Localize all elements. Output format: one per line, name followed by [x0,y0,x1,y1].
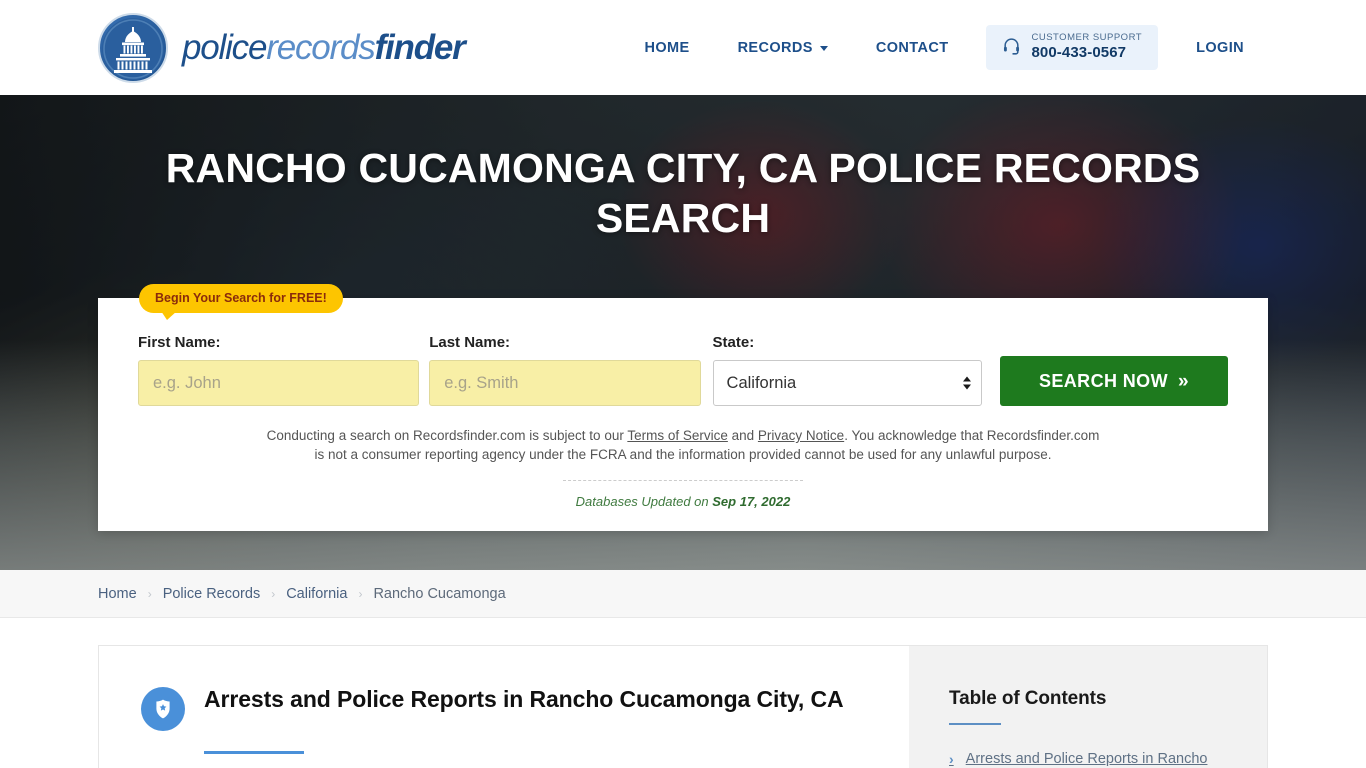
first-name-label: First Name: [138,334,221,352]
breadcrumb-item-police-records[interactable]: Police Records [163,586,261,602]
site-logo[interactable]: policerecordsfinder [98,12,466,83]
terms-of-service-link[interactable]: Terms of Service [627,428,728,443]
disclaimer-part-2: and [727,428,758,444]
state-select[interactable]: California [712,360,982,407]
first-name-input[interactable] [138,360,420,407]
site-header: policerecordsfinder HOME RECORDS CONTACT [0,0,1366,95]
last-name-field-group: Last Name: [429,334,701,407]
capitol-dome-icon [98,12,168,83]
chevron-right-icon: › [271,586,276,601]
nav-item-contact[interactable]: CONTACT [852,40,973,56]
logo-wordmark: policerecordsfinder [182,27,466,68]
last-name-input[interactable] [429,360,701,407]
page-title: RANCHO CUCAMONGA CITY, CA POLICE RECORDS… [165,145,1201,242]
search-now-button[interactable]: SEARCH NOW » [999,356,1228,407]
first-name-field-group: First Name: [138,334,420,407]
logo-text-records: records [266,27,376,67]
hero-banner: RANCHO CUCAMONGA CITY, CA POLICE RECORDS… [0,95,1366,570]
section-heading: Arrests and Police Reports in Rancho Cuc… [204,686,844,712]
chevron-right-icon: › [147,586,152,601]
breadcrumb: Home › Police Records › California › Ran… [0,570,1366,618]
state-label: State: [712,334,755,352]
nav-item-login[interactable]: LOGIN [1172,40,1268,56]
search-now-label: SEARCH NOW [1038,370,1168,391]
disclaimer-part-1: Conducting a search on Recordsfinder.com… [266,428,628,444]
toc-item-label: Arrests and Police Reports in Rancho Cuc… [965,751,1208,767]
nav-label-home: HOME [644,39,690,56]
police-badge-icon [141,687,185,731]
toc-heading: Table of Contents [949,688,1107,709]
breadcrumb-item-home[interactable]: Home [98,586,137,602]
nav-label-contact: CONTACT [875,39,949,56]
customer-support-button[interactable]: CUSTOMER SUPPORT 800-433-0567 [986,25,1159,70]
heading-underline-rule [204,751,304,754]
support-text-block: CUSTOMER SUPPORT 800-433-0567 [1031,32,1143,62]
last-name-label: Last Name: [429,334,511,352]
chevron-down-icon [819,46,828,51]
breadcrumb-item-current: Rancho Cucamonga [373,585,506,602]
toc-item-arrests-and-police-reports[interactable]: › Arrests and Police Reports in Rancho C… [949,749,1237,768]
nav-item-home[interactable]: HOME [620,40,713,56]
toc-underline-rule [949,723,1001,725]
nav-item-records[interactable]: RECORDS [714,40,852,56]
support-phone-number: 800-433-0567 [1031,44,1127,62]
table-of-contents-panel: Table of Contents › Arrests and Police R… [909,646,1267,768]
legal-disclaimer: Conducting a search on Recordsfinder.com… [263,426,1103,464]
logo-text-finder: finder [374,27,466,67]
support-label: CUSTOMER SUPPORT [1031,32,1143,44]
privacy-notice-link[interactable]: Privacy Notice [758,428,844,443]
free-search-badge: Begin Your Search for FREE! [139,284,343,321]
databases-updated-note: Databases Updated on Sep 17, 2022 [138,480,1228,509]
content-area: Arrests and Police Reports in Rancho Cuc… [98,645,1268,768]
nav-label-login: LOGIN [1196,39,1244,56]
chevron-right-icon: › [949,751,954,767]
people-search-form: First Name: Last Name: State: California [138,334,1228,407]
main-navigation: HOME RECORDS CONTACT CUSTOMER SUPPORT 80… [620,25,1268,70]
breadcrumb-item-california[interactable]: California [286,586,347,602]
headset-icon [1002,36,1021,60]
updated-prefix: Databases Updated on [575,494,713,510]
nav-label-records: RECORDS [737,39,813,56]
main-content-column: Arrests and Police Reports in Rancho Cuc… [99,646,909,768]
logo-text-police: police [182,27,267,67]
chevron-right-icon: › [358,586,363,601]
updated-date: Sep 17, 2022 [712,494,791,510]
search-form-card: Begin Your Search for FREE! First Name: … [98,284,1268,532]
double-chevron-right-icon: » [1177,370,1189,392]
state-field-group: State: California [712,334,982,407]
